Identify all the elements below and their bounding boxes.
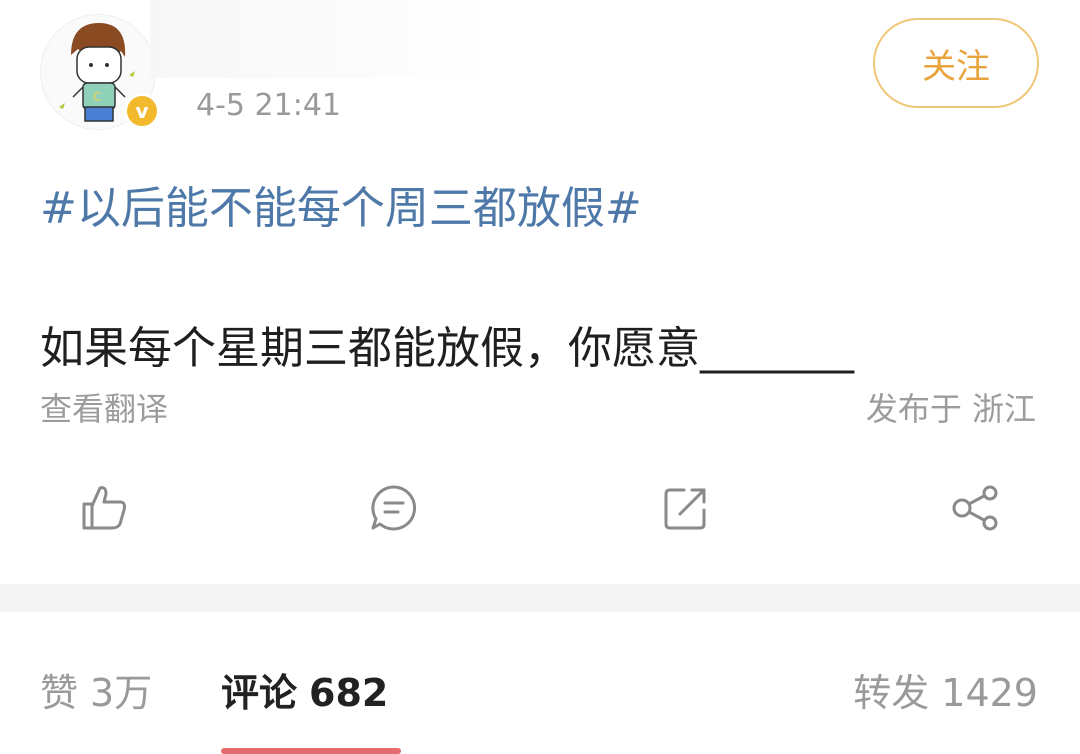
share-button[interactable] [950,482,1002,534]
active-tab-indicator [221,748,401,754]
svg-text:C: C [93,90,101,104]
repost-button[interactable] [660,482,712,534]
weibo-post: C v 4-5 21:41 关注 #以后能不能每个周三都放假# 如果每个星期三都… [0,0,1080,584]
share-icon [952,485,998,531]
repost-icon [664,488,706,530]
hashtag-link[interactable]: #以后能不能每个周三都放假# [40,172,642,236]
tab-likes-label: 赞 [40,671,79,715]
tab-likes[interactable]: 赞 3万 [40,662,152,717]
comment-icon [371,485,417,531]
tab-reposts[interactable]: 转发 1429 [853,662,1038,717]
tab-reposts-count: 1429 [941,671,1038,715]
username-blurred [150,0,490,78]
follow-button[interactable]: 关注 [873,18,1039,108]
interaction-tabs: 赞 3万 评论 682 转发 1429 [0,612,1080,754]
tab-comments-count: 682 [309,671,389,715]
post-time: 4-5 21:41 [196,88,341,123]
post-content: 如果每个星期三都能放假，你愿意_______ [40,323,854,374]
like-button[interactable] [78,482,130,534]
tab-reposts-label: 转发 [853,671,930,715]
tab-comments-label: 评论 [221,671,298,715]
verified-badge-icon: v [124,93,160,129]
section-divider [0,584,1080,612]
post-location: 发布于 浙江 [865,390,1036,428]
view-translation-link[interactable]: 查看翻译 [40,384,168,430]
tab-likes-count: 3万 [90,671,153,715]
thumbs-up-icon [82,486,126,530]
tab-comments[interactable]: 评论 682 [221,662,388,717]
comment-button[interactable] [368,482,420,534]
